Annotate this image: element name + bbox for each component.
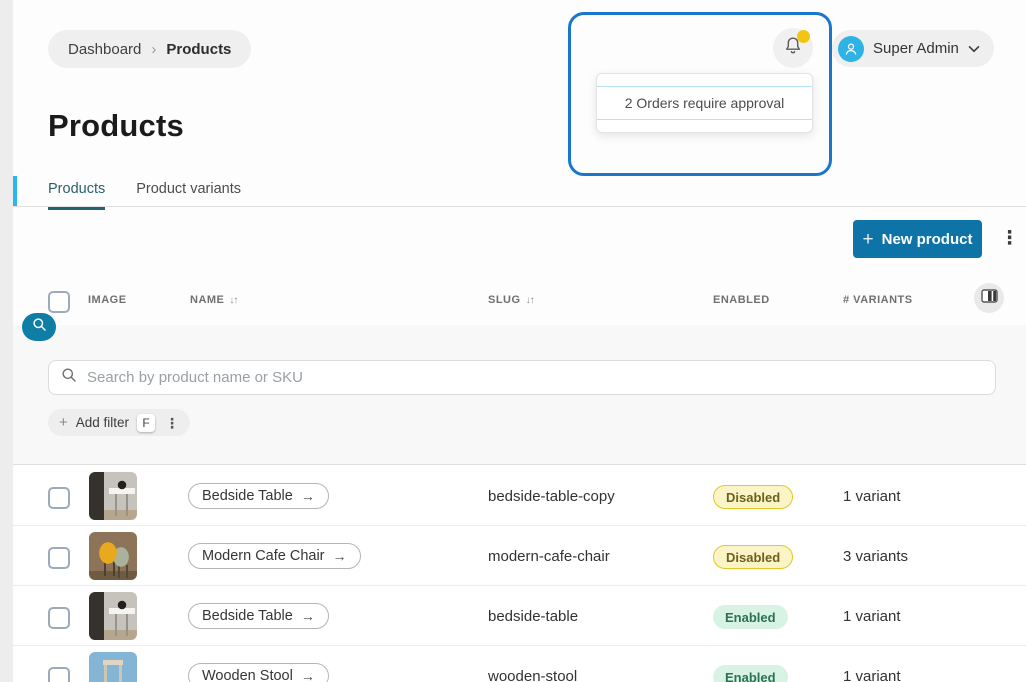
tab-products[interactable]: Products (48, 181, 105, 210)
status-badge: Disabled (713, 545, 793, 569)
column-header-enabled: ENABLED (713, 294, 770, 306)
product-slug: bedside-table (488, 608, 578, 625)
search-icon (32, 317, 47, 337)
arrow-right-icon: → (301, 608, 315, 624)
table-body: Bedside Table → bedside-table-copy Disab… (13, 466, 1026, 682)
columns-icon (981, 289, 998, 308)
new-product-label: New product (882, 231, 973, 248)
status-badge: Enabled (713, 665, 788, 682)
breadcrumb: Dashboard › Products (48, 30, 251, 68)
shortcut-key-badge: F (137, 414, 155, 432)
product-image (89, 652, 137, 682)
select-all-checkbox[interactable] (48, 291, 70, 313)
arrow-right-icon: → (301, 668, 315, 682)
variant-count: 1 variant (843, 668, 901, 682)
filter-kebab-menu[interactable]: ⋮ (165, 416, 179, 430)
status-badge: Disabled (713, 485, 793, 509)
column-header-slug: SLUG↓↑ (488, 294, 534, 306)
product-name-link[interactable]: Bedside Table → (188, 483, 329, 509)
variant-count: 3 variants (843, 548, 908, 565)
add-filter-button[interactable]: + Add filter F ⋮ (48, 409, 190, 436)
notification-dropdown: 2 Orders require approval (596, 73, 813, 133)
product-name-link[interactable]: Modern Cafe Chair → (188, 543, 361, 569)
variant-count: 1 variant (843, 608, 901, 625)
active-nav-accent (13, 176, 17, 207)
column-header-image: IMAGE (88, 294, 127, 306)
variant-count: 1 variant (843, 488, 901, 505)
row-checkbox[interactable] (48, 547, 70, 569)
table-row[interactable]: Wooden Stool → wooden-stool Enabled 1 va… (13, 646, 1026, 682)
products-page: Dashboard › Products Super Admin 2 Order… (0, 0, 1026, 682)
tab-bar: Products Product variants (48, 181, 241, 210)
sort-icon[interactable]: ↓↑ (229, 295, 237, 306)
search-fab-button[interactable] (22, 313, 56, 341)
product-slug: bedside-table-copy (488, 488, 615, 505)
row-checkbox[interactable] (48, 487, 70, 509)
new-product-button[interactable]: + New product (853, 220, 982, 258)
toolbar-kebab-menu[interactable]: ⋮ (1000, 229, 1019, 248)
user-menu[interactable]: Super Admin (832, 30, 994, 67)
column-header-variants: # VARIANTS (843, 294, 913, 306)
column-header-name: NAME↓↑ (190, 294, 237, 306)
product-image (89, 472, 137, 520)
user-name: Super Admin (873, 40, 959, 57)
notification-dot (797, 30, 810, 43)
page-title: Products (48, 108, 184, 144)
status-badge: Enabled (713, 605, 788, 629)
table-row[interactable]: Bedside Table → bedside-table-copy Disab… (13, 466, 1026, 526)
sidebar-edge (0, 0, 13, 682)
search-input[interactable] (85, 368, 983, 387)
breadcrumb-products: Products (166, 41, 231, 58)
product-image (89, 592, 137, 640)
row-checkbox[interactable] (48, 607, 70, 629)
row-checkbox[interactable] (48, 667, 70, 682)
breadcrumb-dashboard[interactable]: Dashboard (68, 41, 141, 58)
avatar (838, 36, 864, 62)
plus-icon: + (59, 414, 68, 431)
table-row[interactable]: Modern Cafe Chair → modern-cafe-chair Di… (13, 526, 1026, 586)
arrow-right-icon: → (333, 548, 347, 564)
filter-panel (13, 325, 1026, 465)
chevron-down-icon (968, 40, 980, 58)
table-row[interactable]: Bedside Table → bedside-table Enabled 1 … (13, 586, 1026, 646)
column-settings-button[interactable] (974, 283, 1004, 313)
breadcrumb-separator-icon: › (151, 41, 156, 58)
search-field[interactable] (48, 360, 996, 395)
product-name-link[interactable]: Bedside Table → (188, 603, 329, 629)
search-icon (61, 367, 77, 388)
tab-product-variants[interactable]: Product variants (136, 181, 241, 210)
product-slug: modern-cafe-chair (488, 548, 610, 565)
product-name-link[interactable]: Wooden Stool → (188, 663, 329, 682)
plus-icon: + (863, 230, 874, 249)
sort-icon[interactable]: ↓↑ (526, 295, 534, 306)
notification-item[interactable]: 2 Orders require approval (597, 74, 812, 132)
product-slug: wooden-stool (488, 668, 577, 682)
add-filter-label: Add filter (76, 415, 129, 430)
product-image (89, 532, 137, 580)
arrow-right-icon: → (301, 488, 315, 504)
